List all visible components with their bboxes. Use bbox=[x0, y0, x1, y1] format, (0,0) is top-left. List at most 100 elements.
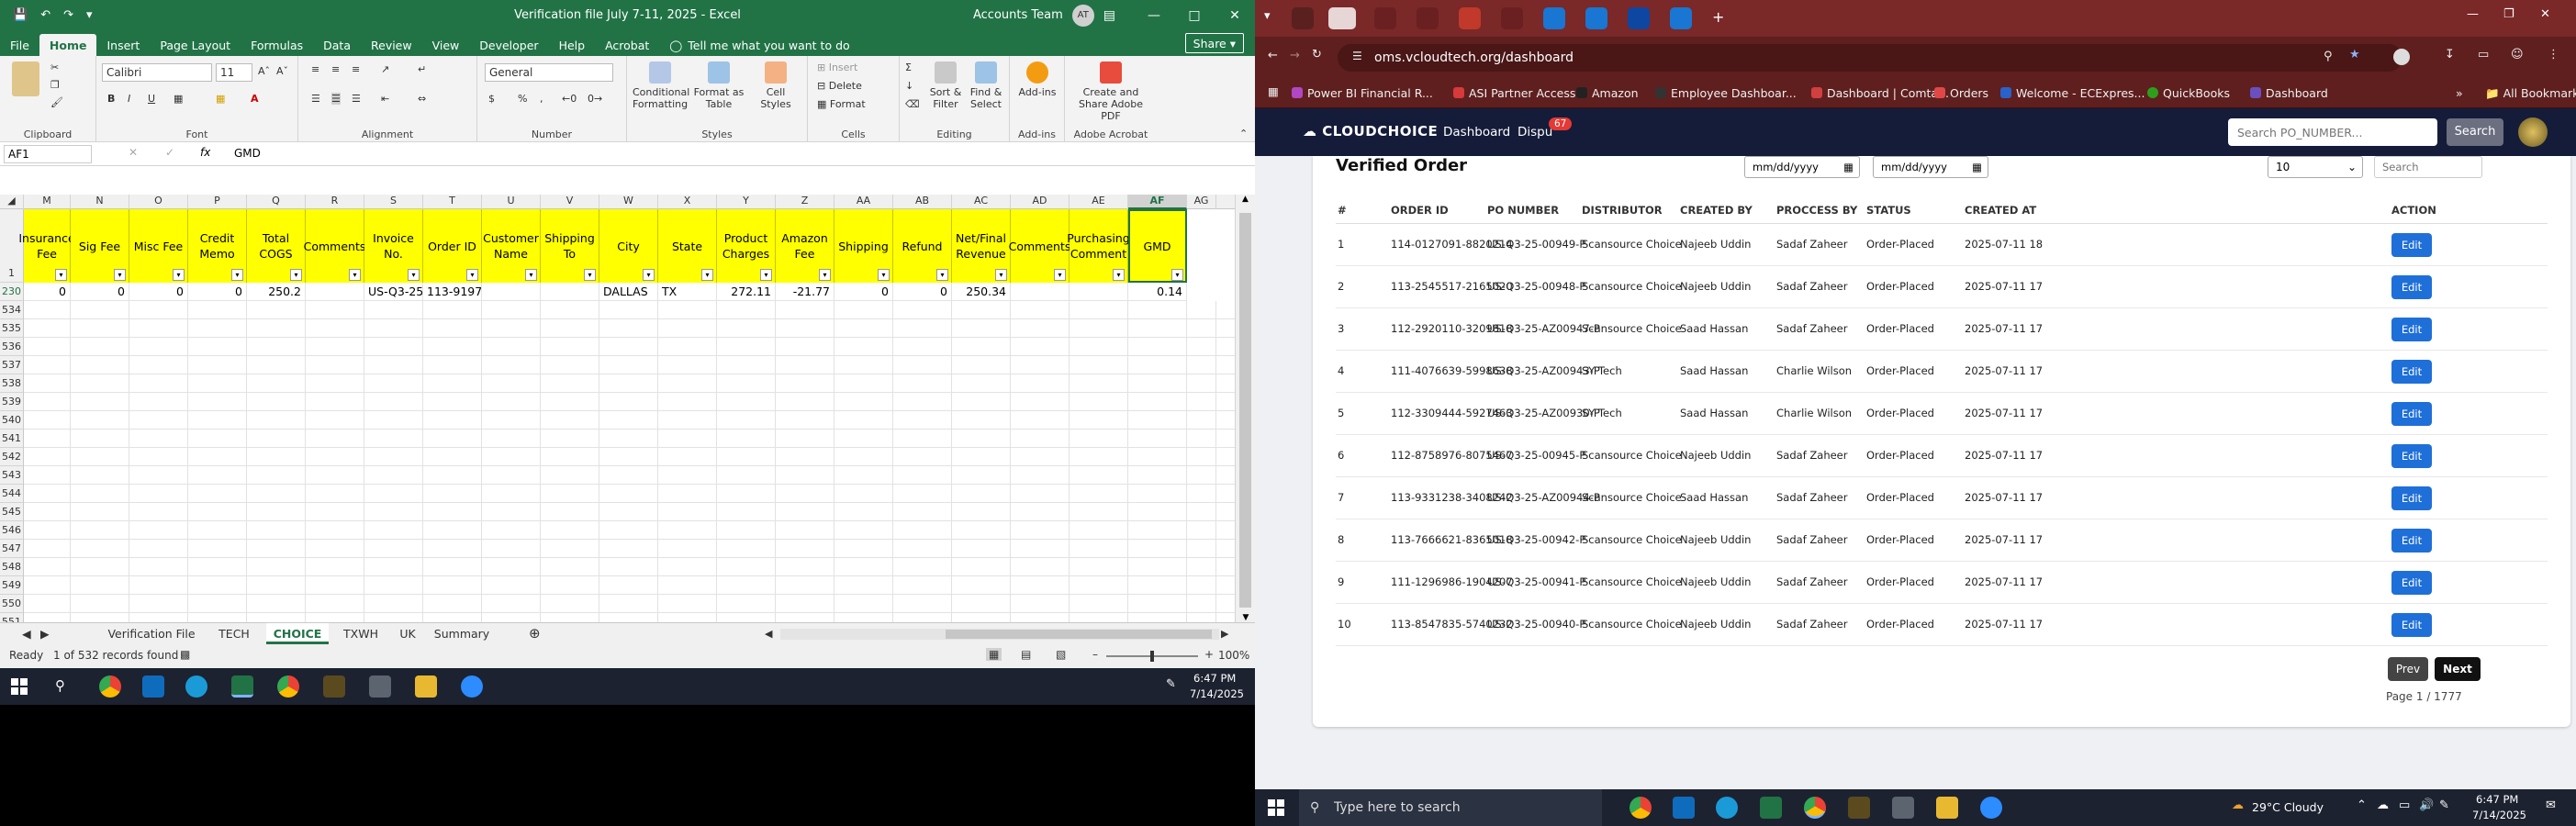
close-icon[interactable]: ✕ bbox=[1215, 0, 1255, 30]
sheet-tab[interactable]: TECH bbox=[211, 623, 257, 644]
edge-taskbar-icon[interactable] bbox=[1716, 797, 1738, 819]
filter-dropdown-icon[interactable]: ▾ bbox=[466, 269, 478, 281]
forward-icon[interactable]: → bbox=[1290, 49, 1300, 62]
row-header[interactable]: 545 bbox=[0, 503, 24, 521]
edit-button[interactable]: Edit bbox=[2391, 444, 2432, 468]
filter-dropdown-icon[interactable]: ▾ bbox=[584, 269, 596, 281]
minimize-icon[interactable]: — bbox=[1134, 0, 1174, 30]
row-header[interactable]: 542 bbox=[0, 448, 24, 466]
row-header[interactable]: 538 bbox=[0, 374, 24, 393]
align-top-icon[interactable]: ≡ bbox=[311, 63, 319, 75]
tab-review[interactable]: Review bbox=[361, 34, 422, 56]
filter-dropdown-icon[interactable]: ▾ bbox=[408, 269, 420, 281]
column-header-r[interactable]: R bbox=[306, 195, 364, 209]
align-right-icon[interactable]: ☰ bbox=[352, 93, 361, 105]
row-header[interactable]: 535 bbox=[0, 319, 24, 338]
data-cell[interactable]: 113-9197243-2709022 bbox=[423, 283, 482, 301]
bookmarks-overflow-icon[interactable]: » bbox=[2456, 86, 2463, 100]
tab-favicon[interactable] bbox=[1543, 7, 1565, 29]
name-box[interactable]: AF1 bbox=[4, 145, 92, 163]
header-cell[interactable]: Comments ▾ bbox=[1009, 209, 1070, 283]
hscroll-right-icon[interactable]: ▶ bbox=[1221, 623, 1228, 644]
column-header[interactable]: PROCCESS BY bbox=[1776, 204, 1857, 217]
decrease-font-icon[interactable]: Aˇ bbox=[276, 65, 288, 77]
filter-dropdown-icon[interactable]: ▾ bbox=[643, 269, 655, 281]
downloads-icon[interactable]: ↧ bbox=[2445, 48, 2455, 61]
font-color-icon[interactable]: A bbox=[251, 93, 259, 105]
back-icon[interactable]: ← bbox=[1268, 49, 1278, 62]
bookmark-item[interactable]: Amazon bbox=[1576, 86, 1639, 100]
tab-help[interactable]: Help bbox=[549, 34, 596, 56]
data-cell[interactable]: 250.2 bbox=[247, 283, 306, 301]
sheet-next-icon[interactable]: ▶ bbox=[40, 623, 50, 644]
column-header[interactable]: ACTION bbox=[2391, 204, 2436, 217]
column-header[interactable]: DISTRIBUTOR bbox=[1582, 204, 1663, 217]
close-icon[interactable]: ✕ bbox=[2540, 7, 2550, 21]
maximize-icon[interactable]: □ bbox=[1174, 0, 1215, 30]
windows-start-icon[interactable] bbox=[1268, 799, 1284, 816]
hscroll-left-icon[interactable]: ◀ bbox=[765, 623, 772, 644]
search-icon[interactable]: ⚲ bbox=[55, 677, 65, 694]
column-header-p[interactable]: P bbox=[188, 195, 247, 209]
align-bottom-icon[interactable]: ≡ bbox=[352, 63, 360, 75]
borders-icon[interactable]: ▦ bbox=[174, 93, 183, 105]
copy-icon[interactable]: ❐ bbox=[50, 79, 60, 91]
account-avatar[interactable]: AT bbox=[1071, 4, 1094, 27]
column-header[interactable]: PO NUMBER bbox=[1487, 204, 1559, 217]
bold-icon[interactable]: B bbox=[107, 93, 115, 105]
scroll-down-icon[interactable]: ▼ bbox=[1236, 613, 1255, 622]
bookmark-item[interactable]: Welcome - ECExpres... bbox=[2000, 86, 2145, 100]
profile-circle-icon[interactable] bbox=[2393, 49, 2410, 65]
column-header-t[interactable]: T bbox=[423, 195, 482, 209]
bookmark-star-icon[interactable]: ★ bbox=[2349, 48, 2360, 61]
filter-dropdown-icon[interactable]: ▾ bbox=[231, 269, 243, 281]
column-header-m[interactable]: M bbox=[24, 195, 71, 209]
data-cell[interactable]: 0 bbox=[893, 283, 952, 301]
bookmark-item[interactable]: Dashboard | Comta... bbox=[1811, 86, 1949, 100]
row-header[interactable]: 541 bbox=[0, 430, 24, 448]
formula-input[interactable]: GMD bbox=[234, 147, 261, 160]
scroll-thumb[interactable] bbox=[1239, 213, 1251, 608]
bookmark-item[interactable]: Dashboard bbox=[2250, 86, 2328, 100]
header-cell[interactable]: Credit Memo ▾ bbox=[188, 209, 247, 283]
edit-button[interactable]: Edit bbox=[2391, 571, 2432, 595]
header-cell[interactable]: Amazon Fee ▾ bbox=[776, 209, 834, 283]
filter-dropdown-icon[interactable]: ▾ bbox=[760, 269, 772, 281]
column-header-af[interactable]: AF bbox=[1128, 195, 1187, 209]
filter-dropdown-icon[interactable]: ▾ bbox=[1171, 269, 1183, 281]
header-cell[interactable]: Customer Name ▾ bbox=[482, 209, 541, 283]
clear-icon[interactable]: ⌫ bbox=[905, 98, 920, 110]
increase-font-icon[interactable]: Aˆ bbox=[258, 65, 270, 77]
font-size-dropdown[interactable]: 11 bbox=[216, 63, 252, 82]
nav-disputes[interactable]: Dispu 67 bbox=[1518, 117, 1573, 140]
data-cell[interactable]: 0 bbox=[834, 283, 893, 301]
header-cell[interactable]: Shipping ▾ bbox=[834, 209, 893, 283]
column-header-x[interactable]: X bbox=[658, 195, 717, 209]
filter-dropdown-icon[interactable]: ▾ bbox=[55, 269, 67, 281]
media-taskbar-icon[interactable] bbox=[323, 675, 345, 698]
add-sheet-icon[interactable]: ⊕ bbox=[529, 623, 541, 644]
chrome-profile-taskbar-icon[interactable] bbox=[1804, 797, 1826, 819]
page-break-view-icon[interactable]: ▧ bbox=[1056, 648, 1066, 661]
share-button[interactable]: Share ▾ bbox=[1184, 33, 1244, 53]
column-header[interactable]: CREATED BY bbox=[1680, 204, 1753, 217]
nav-dashboard[interactable]: Dashboard bbox=[1443, 125, 1510, 140]
save-icon[interactable]: 💾 bbox=[13, 8, 28, 22]
hscroll-thumb[interactable] bbox=[946, 630, 1212, 639]
page-layout-view-icon[interactable]: ▤ bbox=[1021, 648, 1031, 661]
volume-icon[interactable]: 🔊 bbox=[2419, 798, 2434, 812]
edit-button[interactable]: Edit bbox=[2391, 486, 2432, 510]
all-bookmarks[interactable]: 📁 All Bookmarks bbox=[2485, 86, 2576, 101]
column-header-u[interactable]: U bbox=[482, 195, 541, 209]
bookmark-item[interactable]: Employee Dashboar... bbox=[1655, 86, 1797, 100]
underline-icon[interactable]: U bbox=[148, 93, 155, 105]
column-header-w[interactable]: W bbox=[599, 195, 658, 209]
filter-dropdown-icon[interactable]: ▾ bbox=[173, 269, 185, 281]
row-header[interactable]: 534 bbox=[0, 301, 24, 319]
data-cell[interactable]: 0.14 bbox=[1128, 283, 1187, 301]
outlook-taskbar-icon[interactable] bbox=[1673, 797, 1695, 819]
filter-dropdown-icon[interactable]: ▾ bbox=[819, 269, 831, 281]
search-lens-icon[interactable]: ⚲ bbox=[2324, 50, 2333, 63]
tab-page-layout[interactable]: Page Layout bbox=[150, 34, 241, 56]
header-cell[interactable]: Comments ▾ bbox=[304, 209, 365, 283]
